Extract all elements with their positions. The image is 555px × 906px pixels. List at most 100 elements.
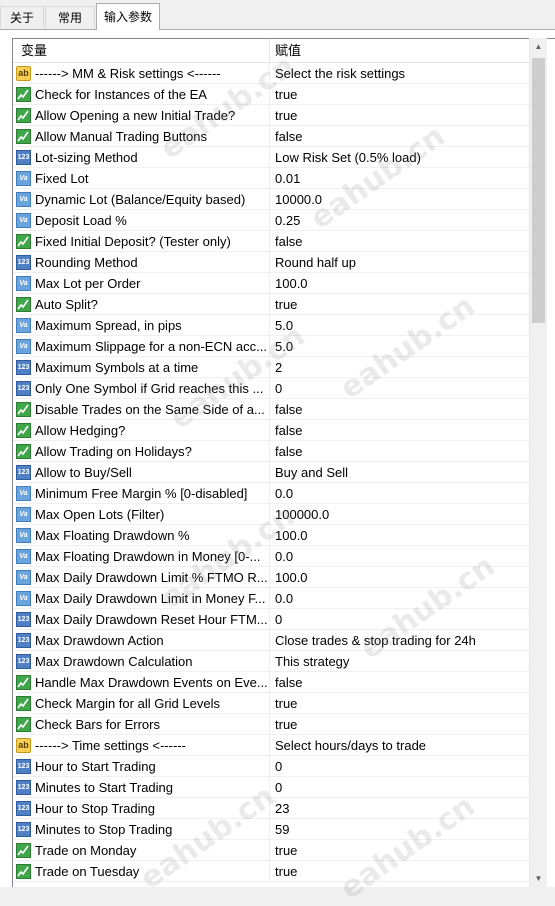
bool-type-icon xyxy=(16,675,31,690)
parameter-value-cell[interactable]: 59 xyxy=(270,819,529,840)
parameter-value-cell[interactable]: 0 xyxy=(270,756,529,777)
table-row[interactable]: 123 Minutes to Stop Trading 59 xyxy=(13,819,529,840)
scroll-down-arrow-icon[interactable]: ▼ xyxy=(530,870,547,887)
table-row[interactable]: Va Minimum Free Margin % [0-disabled] 0.0 xyxy=(13,483,529,504)
table-row[interactable]: Fixed Initial Deposit? (Tester only) fals… xyxy=(13,231,529,252)
table-row[interactable]: 123 Rounding Method Round half up xyxy=(13,252,529,273)
table-row[interactable]: Trade on Monday true xyxy=(13,840,529,861)
parameter-value-cell[interactable]: true xyxy=(270,714,529,735)
parameter-value-cell[interactable]: 100.0 xyxy=(270,273,529,294)
parameter-name: Trade on Tuesday xyxy=(35,864,140,879)
table-row[interactable]: Va Max Lot per Order 100.0 xyxy=(13,273,529,294)
table-row[interactable]: 123 Only One Symbol if Grid reaches this … xyxy=(13,378,529,399)
parameter-name-cell: Disable Trades on the Same Side of a... xyxy=(13,399,270,420)
parameter-value: This strategy xyxy=(275,654,350,669)
tab-inputs[interactable]: 输入参数 xyxy=(96,3,160,30)
table-row[interactable]: ab ------> MM & Risk settings <------ Sele… xyxy=(13,63,529,84)
parameter-value-cell[interactable]: 0.0 xyxy=(270,483,529,504)
bool-type-icon xyxy=(16,108,31,123)
table-row[interactable]: Va Dynamic Lot (Balance/Equity based) 1000… xyxy=(13,189,529,210)
parameter-value-cell[interactable]: false xyxy=(270,672,529,693)
table-row[interactable]: Allow Trading on Holidays? false xyxy=(13,441,529,462)
table-row[interactable]: Check for Instances of the EA true xyxy=(13,84,529,105)
vertical-scrollbar[interactable]: ▲ ▼ xyxy=(529,38,547,887)
table-row[interactable]: Allow Manual Trading Buttons false xyxy=(13,126,529,147)
bool-type-icon xyxy=(16,129,31,144)
table-row[interactable]: Allow Opening a new Initial Trade? true xyxy=(13,105,529,126)
table-row[interactable]: Va Deposit Load % 0.25 xyxy=(13,210,529,231)
parameter-value-cell[interactable]: Buy and Sell xyxy=(270,462,529,483)
parameter-value-cell[interactable]: 0 xyxy=(270,378,529,399)
table-row[interactable]: 123 Hour to Stop Trading 23 xyxy=(13,798,529,819)
parameter-value-cell[interactable]: Select the risk settings xyxy=(270,63,529,84)
parameter-value-cell[interactable]: 0.0 xyxy=(270,588,529,609)
parameter-value-cell[interactable]: false xyxy=(270,420,529,441)
parameter-value-cell[interactable]: 100.0 xyxy=(270,567,529,588)
parameter-value-cell[interactable]: This strategy xyxy=(270,651,529,672)
table-row[interactable]: Va Max Floating Drawdown in Money [0-... 0… xyxy=(13,546,529,567)
table-row[interactable]: 123 Allow to Buy/Sell Buy and Sell xyxy=(13,462,529,483)
column-header-value[interactable]: 赋值 xyxy=(275,39,301,62)
parameter-value-cell[interactable]: true xyxy=(270,840,529,861)
parameter-value-cell[interactable]: Low Risk Set (0.5% load) xyxy=(270,147,529,168)
table-row[interactable]: Va Max Floating Drawdown % 100.0 xyxy=(13,525,529,546)
table-row[interactable]: 123 Lot-sizing Method Low Risk Set (0.5% l… xyxy=(13,147,529,168)
parameter-value-cell[interactable]: 0.25 xyxy=(270,210,529,231)
table-row[interactable]: 123 Max Drawdown Action Close trades & sto… xyxy=(13,630,529,651)
parameter-value-cell[interactable]: 100.0 xyxy=(270,525,529,546)
parameter-value-cell[interactable]: true xyxy=(270,84,529,105)
column-header-variable[interactable]: 变量 xyxy=(21,39,47,62)
scroll-up-arrow-icon[interactable]: ▲ xyxy=(530,38,547,55)
table-row[interactable]: Trade on Tuesday true xyxy=(13,861,529,882)
table-row[interactable]: Va Max Open Lots (Filter) 100000.0 xyxy=(13,504,529,525)
table-row[interactable]: Va Max Daily Drawdown Limit in Money F...… xyxy=(13,588,529,609)
table-row[interactable]: ab ------> Time settings <------ Select ho… xyxy=(13,735,529,756)
table-row[interactable]: 123 Max Daily Drawdown Reset Hour FTM... 0 xyxy=(13,609,529,630)
parameter-name: Trade on Monday xyxy=(35,843,137,858)
parameter-value-cell[interactable]: 10000.0 xyxy=(270,189,529,210)
parameter-value-cell[interactable]: Round half up xyxy=(270,252,529,273)
parameter-value-cell[interactable]: 5.0 xyxy=(270,315,529,336)
parameter-value-cell[interactable]: false xyxy=(270,126,529,147)
parameter-name: Maximum Symbols at a time xyxy=(35,360,199,375)
scrollbar-thumb[interactable] xyxy=(532,58,545,323)
parameter-value: false xyxy=(275,675,303,690)
parameter-value-cell[interactable]: true xyxy=(270,861,529,882)
parameter-value-cell[interactable]: false xyxy=(270,441,529,462)
table-row[interactable]: Check Bars for Errors true xyxy=(13,714,529,735)
parameter-value-cell[interactable]: 23 xyxy=(270,798,529,819)
table-row[interactable]: Disable Trades on the Same Side of a... f… xyxy=(13,399,529,420)
table-row[interactable]: Allow Hedging? false xyxy=(13,420,529,441)
parameter-value-cell[interactable]: false xyxy=(270,231,529,252)
tab-about[interactable]: 关于 xyxy=(0,6,44,28)
table-row[interactable]: Va Max Daily Drawdown Limit % FTMO R... 10… xyxy=(13,567,529,588)
parameter-value-cell[interactable]: Select hours/days to trade xyxy=(270,735,529,756)
table-row[interactable]: Va Fixed Lot 0.01 xyxy=(13,168,529,189)
parameter-value-cell[interactable]: 100000.0 xyxy=(270,504,529,525)
parameter-name-cell: Allow Opening a new Initial Trade? xyxy=(13,105,270,126)
parameter-value-cell[interactable]: true xyxy=(270,105,529,126)
table-row[interactable]: Auto Split? true xyxy=(13,294,529,315)
parameter-value-cell[interactable]: 0.01 xyxy=(270,168,529,189)
parameter-value-cell[interactable]: 0.0 xyxy=(270,546,529,567)
table-row[interactable]: Va Maximum Spread, in pips 5.0 xyxy=(13,315,529,336)
parameter-value-cell[interactable]: false xyxy=(270,399,529,420)
table-row[interactable]: 123 Hour to Start Trading 0 xyxy=(13,756,529,777)
table-row[interactable]: Va Maximum Slippage for a non-ECN acc... 5… xyxy=(13,336,529,357)
table-row[interactable]: Check Margin for all Grid Levels true xyxy=(13,693,529,714)
parameter-name: Minimum Free Margin % [0-disabled] xyxy=(35,486,248,501)
parameter-value-cell[interactable]: 0 xyxy=(270,777,529,798)
parameter-value-cell[interactable]: true xyxy=(270,294,529,315)
tab-common[interactable]: 常用 xyxy=(45,6,95,28)
bool-type-icon xyxy=(16,843,31,858)
parameter-value-cell[interactable]: true xyxy=(270,693,529,714)
table-row[interactable]: 123 Max Drawdown Calculation This strategy xyxy=(13,651,529,672)
column-divider[interactable] xyxy=(269,39,270,62)
parameter-value-cell[interactable]: 2 xyxy=(270,357,529,378)
table-row[interactable]: Handle Max Drawdown Events on Eve... fals… xyxy=(13,672,529,693)
table-row[interactable]: 123 Maximum Symbols at a time 2 xyxy=(13,357,529,378)
parameter-value-cell[interactable]: Close trades & stop trading for 24h xyxy=(270,630,529,651)
parameter-value-cell[interactable]: 5.0 xyxy=(270,336,529,357)
table-row[interactable]: 123 Minutes to Start Trading 0 xyxy=(13,777,529,798)
parameter-value-cell[interactable]: 0 xyxy=(270,609,529,630)
